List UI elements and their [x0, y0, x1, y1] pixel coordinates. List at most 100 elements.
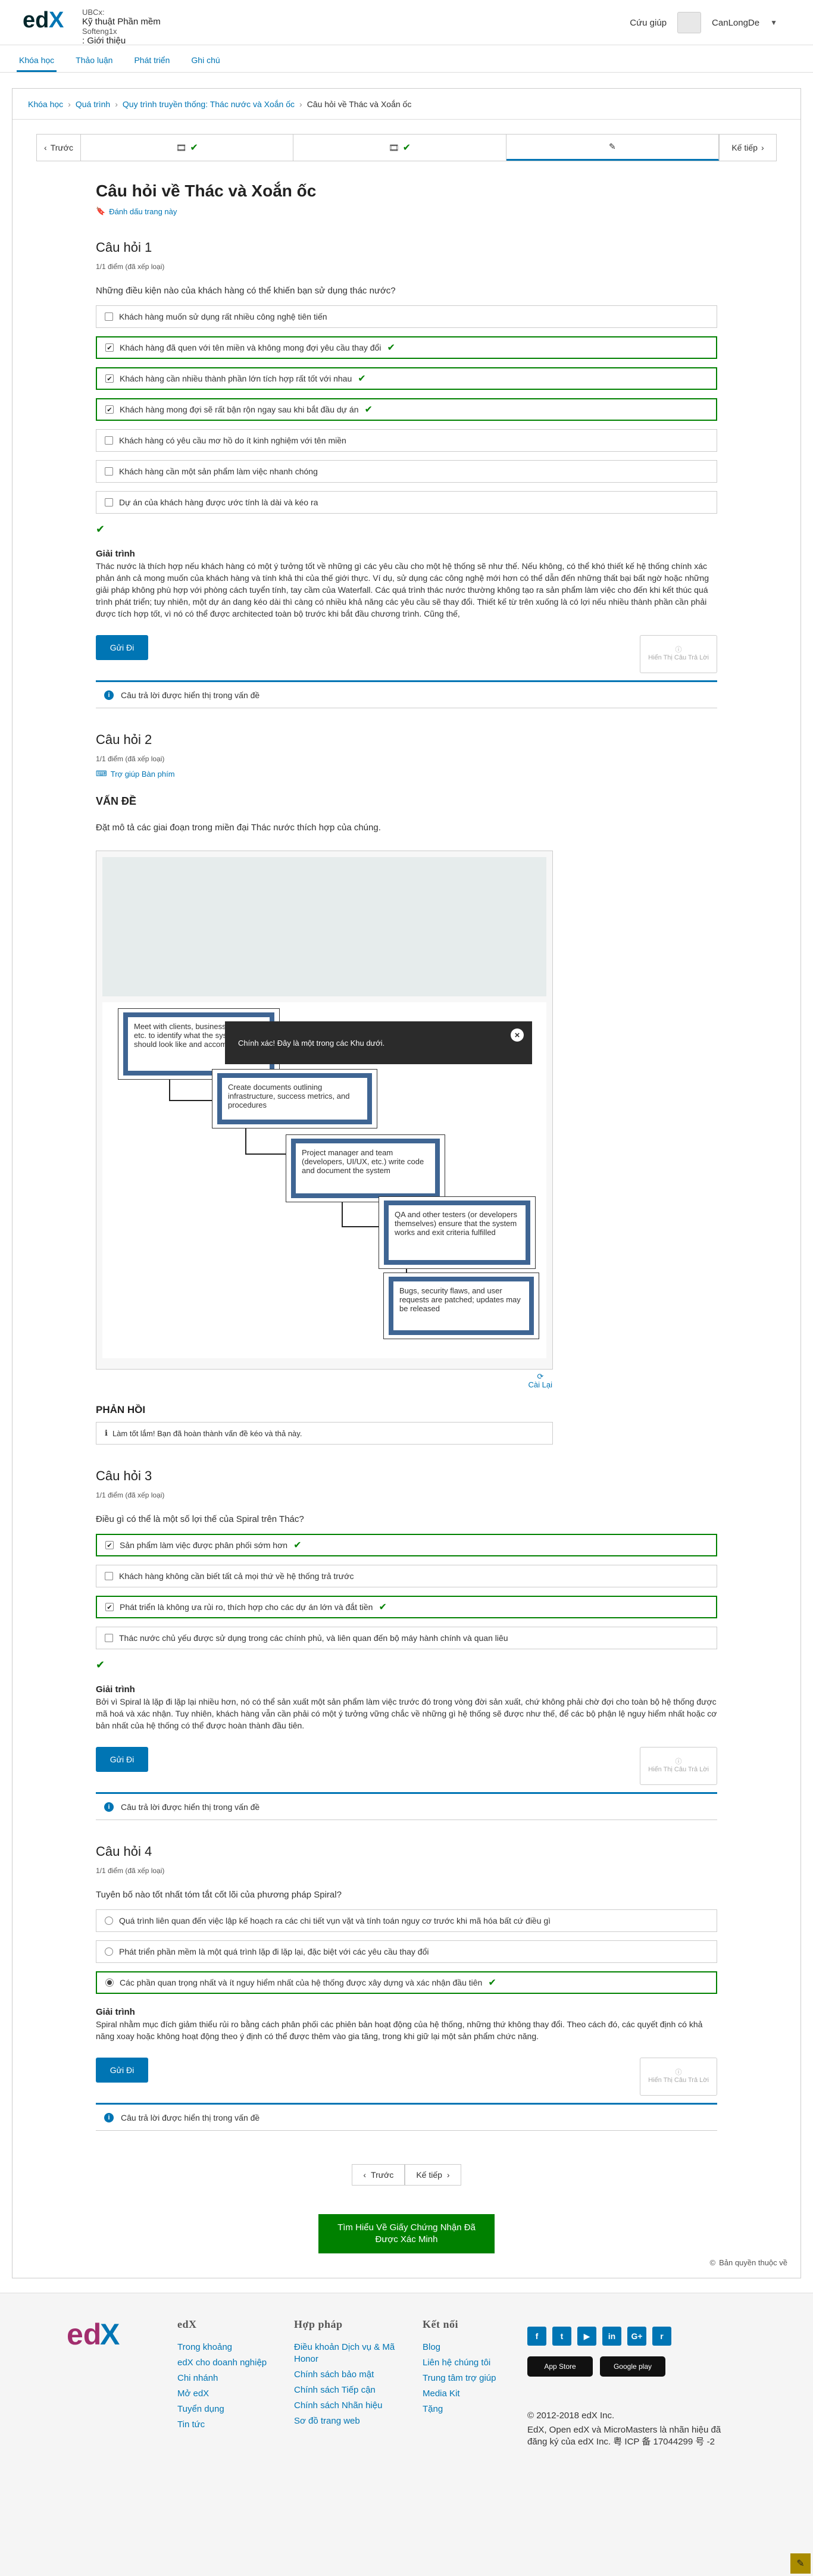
choice-option[interactable]: Khách hàng không cần biết tất cả mọi thứ… [96, 1565, 717, 1587]
google-plus-icon[interactable]: G+ [627, 2327, 646, 2346]
footer-link[interactable]: Trong khoảng [177, 2341, 273, 2353]
choice-option[interactable]: ✔ Phát triển là không ưa rủi ro, thích hợ… [96, 1596, 717, 1618]
choice-option[interactable]: Khách hàng cần một sản phẩm làm việc nha… [96, 460, 717, 483]
linkedin-icon[interactable]: in [602, 2327, 621, 2346]
footer-link[interactable]: Tin tức [177, 2419, 273, 2431]
problem-actions: Gửi Đi ⓘ Hiển Thị Câu Trả Lời [96, 2058, 717, 2105]
check-icon: ✔ [358, 374, 366, 384]
google-play-badge[interactable]: Google play [600, 2356, 665, 2377]
choice-option[interactable]: ✔ Sản phẩm làm việc được phân phối sớm hơ… [96, 1534, 717, 1556]
facebook-icon[interactable]: f [527, 2327, 546, 2346]
tab-notes[interactable]: Ghi chú [189, 55, 222, 72]
show-answer-button[interactable]: ⓘ Hiển Thị Câu Trả Lời [640, 1747, 717, 1785]
radio-button[interactable] [105, 1917, 113, 1925]
next-button[interactable]: Kế tiếp › [405, 2164, 461, 2186]
show-answer-button[interactable]: ⓘ Hiển Thị Câu Trả Lời [640, 2058, 717, 2096]
previous-button[interactable]: ‹ Trước [352, 2164, 405, 2186]
radio-button[interactable] [105, 1978, 114, 1987]
app-store-badge[interactable]: App Store [527, 2356, 593, 2377]
footer-link[interactable]: Sơ đồ trang web [294, 2415, 395, 2427]
footer-link[interactable]: edX cho doanh nghiệp [177, 2357, 273, 2369]
checkbox[interactable] [105, 436, 113, 445]
sequence-unit-video-1[interactable]: 🎞 ✔ [81, 135, 294, 161]
edx-logo[interactable]: ed X [23, 6, 69, 33]
draggable-item[interactable]: Bugs, security flaws, and user requests … [383, 1273, 539, 1339]
footer-heading: Kết nối [423, 2318, 458, 2330]
choice-option[interactable]: ✔ Khách hàng cần nhiều thành phần lớn tíc… [96, 367, 717, 390]
checkbox[interactable]: ✔ [105, 405, 114, 414]
choice-option[interactable]: Các phần quan trọng nhất và ít nguy hiểm… [96, 1971, 717, 1994]
footer-link[interactable]: Chính sách Tiếp cận [294, 2384, 395, 2396]
draggable-item[interactable]: Project manager and team (developers, UI… [286, 1134, 445, 1202]
checkbox[interactable]: ✔ [105, 1541, 114, 1549]
submit-button[interactable]: Gửi Đi [96, 1747, 148, 1772]
checkbox[interactable]: ✔ [105, 374, 114, 383]
breadcrumb-course[interactable]: Khóa học [28, 99, 63, 109]
checkbox[interactable]: ✔ [105, 343, 114, 352]
keyboard-help-link[interactable]: ⌨ Trợ giúp Bàn phím [96, 769, 717, 779]
footer-link[interactable]: Điều khoản Dịch vụ & Mã Honor [294, 2341, 395, 2365]
next-button[interactable]: Kế tiếp › [718, 135, 776, 161]
tab-course[interactable]: Khóa học [17, 55, 57, 72]
drop-zone-top[interactable] [102, 857, 546, 996]
youtube-icon[interactable]: ▶ [577, 2327, 596, 2346]
reset-button[interactable]: ⟳ Cài Lại [529, 1373, 552, 1389]
footer-link[interactable]: Chính sách bảo mật [294, 2369, 395, 2381]
sequence-unit-problem[interactable]: ✎ [506, 135, 719, 161]
explanation: Giải trình Bởi vì Spiral là lặp đi lặp l… [96, 1684, 717, 1731]
bookmark-button[interactable]: 🔖 Đánh dấu trang này [96, 207, 717, 216]
footer-link[interactable]: Mở edX [177, 2388, 273, 2400]
choice-option[interactable]: ✔ Khách hàng đã quen với tên miền và khôn… [96, 336, 717, 359]
checkbox[interactable] [105, 1634, 113, 1642]
problem-actions: Gửi Đi ⓘ Hiển Thị Câu Trả Lời [96, 635, 717, 682]
tab-discussion[interactable]: Thảo luận [73, 55, 115, 72]
footer-link[interactable]: Tuyển dụng [177, 2403, 273, 2415]
previous-button[interactable]: ‹ Trước [37, 135, 81, 161]
show-answer-button[interactable]: ⓘ Hiển Thị Câu Trả Lời [640, 635, 717, 673]
checkbox[interactable] [105, 1572, 113, 1580]
checkbox[interactable] [105, 312, 113, 321]
info-icon: ⓘ [675, 2069, 682, 2076]
copyright-notice[interactable]: © Bản quyền thuộc về [709, 2258, 787, 2267]
explanation: Giải trình Thác nước là thích hợp nếu kh… [96, 549, 717, 620]
draggable-item[interactable]: Create documents outlining infrastructur… [212, 1069, 377, 1128]
radio-button[interactable] [105, 1947, 113, 1956]
reddit-icon[interactable]: r [652, 2327, 671, 2346]
checkbox[interactable]: ✔ [105, 1603, 114, 1611]
footer-link[interactable]: Liên hệ chúng tôi [423, 2357, 518, 2369]
footer-link[interactable]: Tặng [423, 2403, 518, 2415]
breadcrumb-process[interactable]: Quá trình [76, 99, 110, 109]
footer-link[interactable]: Media Kit [423, 2388, 518, 2400]
choice-option[interactable]: Quá trình liên quan đến việc lập kế hoạc… [96, 1909, 717, 1932]
footer-link[interactable]: Blog [423, 2341, 518, 2353]
avatar[interactable] [677, 12, 702, 33]
footer-link[interactable]: Chi nhánh [177, 2372, 273, 2384]
tab-progress[interactable]: Phát triển [132, 55, 172, 72]
breadcrumb-subsection[interactable]: Quy trình truyền thống: Thác nước và Xoắ… [123, 99, 295, 109]
explanation-heading: Giải trình [96, 1684, 135, 1695]
verified-certificate-button[interactable]: Tìm Hiểu Về Giấy Chứng Nhận Đã Được Xác … [318, 2214, 495, 2253]
choice-option[interactable]: Thác nước chủ yếu được sử dụng trong các… [96, 1627, 717, 1649]
edit-icon[interactable]: ✎ [790, 2553, 811, 2574]
choice-option[interactable]: Khách hàng có yêu cầu mơ hồ do ít kinh n… [96, 429, 717, 452]
choice-option[interactable]: Phát triển phần mềm là một quá trình lặp… [96, 1940, 717, 1963]
checkbox[interactable] [105, 498, 113, 507]
close-icon[interactable]: × [511, 1028, 524, 1042]
choice-option[interactable]: Dự án của khách hàng được ước tính là dà… [96, 491, 717, 514]
sequence-unit-video-2[interactable]: 🎞 ✔ [293, 135, 506, 161]
legal-text: © 2012-2018 edX Inc. EdX, Open edX và Mi… [527, 2410, 724, 2450]
checkbox[interactable] [105, 467, 113, 476]
submit-button[interactable]: Gửi Đi [96, 2058, 148, 2083]
footer-link[interactable]: Trung tâm trợ giúp [423, 2372, 518, 2384]
problem-score: 1/1 điểm (đã xếp loại) [96, 1491, 165, 1499]
choice-option[interactable]: ✔ Khách hàng mong đợi sẽ rất bận rộn ngay… [96, 398, 717, 421]
twitter-icon[interactable]: t [552, 2327, 571, 2346]
chevron-down-icon[interactable]: ▼ [770, 18, 777, 27]
footer-link[interactable]: Chính sách Nhãn hiệu [294, 2400, 395, 2412]
username[interactable]: CanLongDe [712, 18, 759, 28]
draggable-item[interactable]: QA and other testers (or developers them… [379, 1196, 536, 1269]
help-link[interactable]: Cứu giúp [630, 18, 667, 28]
edx-footer-logo[interactable]: ed X [67, 2317, 126, 2352]
choice-option[interactable]: Khách hàng muốn sử dụng rất nhiều công n… [96, 305, 717, 328]
submit-button[interactable]: Gửi Đi [96, 635, 148, 660]
